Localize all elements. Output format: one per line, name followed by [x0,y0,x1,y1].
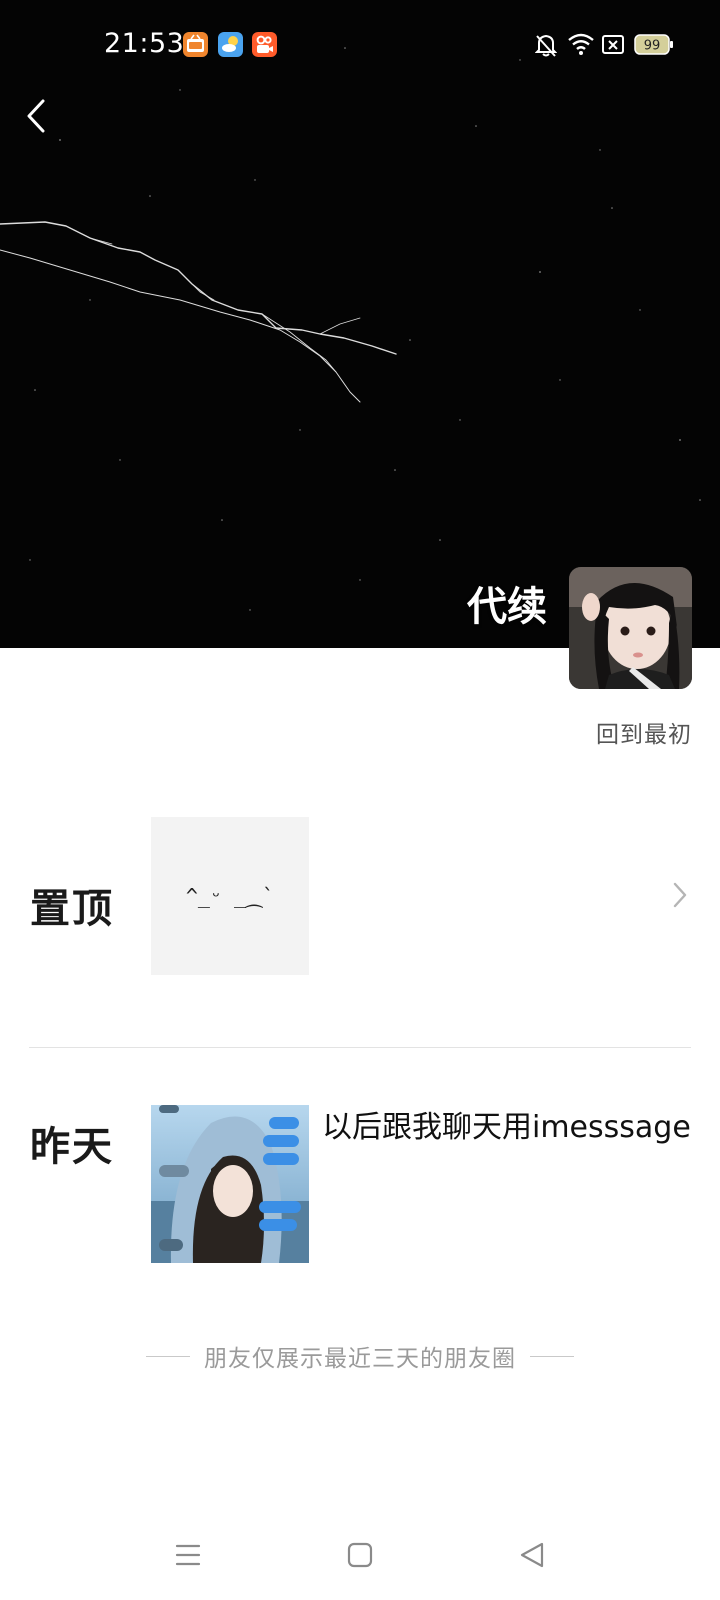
pinned-post-thumbnail[interactable]: ^_ᵕ _⁔` [151,817,309,975]
moment-text[interactable]: 以后跟我聊天用imesssage [322,1109,702,1147]
footer-line-right [530,1355,574,1357]
profile-name: 代续 [467,584,547,630]
battery-icon: 99 [634,30,674,60]
back-triangle-icon[interactable] [507,1530,557,1580]
cover-image[interactable]: 21:53 99 代续 [0,0,720,648]
moment-photo [151,1105,309,1263]
back-button[interactable] [20,94,52,138]
battery-level: 99 [644,39,661,54]
avatar[interactable] [569,567,692,689]
sim-blocked-icon [601,30,625,60]
menu-icon[interactable] [163,1530,213,1580]
kuaishou-app-icon [252,32,277,57]
moment-post-thumbnail[interactable] [151,1105,309,1263]
night-sky-lightning-image [0,47,701,611]
system-nav-bar [0,1520,720,1590]
moment-date-label: 昨天 [30,1124,114,1170]
status-time: 21:53 [104,28,185,59]
section-divider [29,1047,691,1048]
wifi-icon [567,30,595,60]
footer-note-text: 朋友仅展示最近三天的朋友圈 [204,1346,516,1372]
footer-note: 朋友仅展示最近三天的朋友圈 [0,1339,720,1373]
chevron-right-icon[interactable] [670,880,690,910]
pinned-label: 置顶 [30,886,114,932]
back-to-start-link[interactable]: 回到最初 [596,715,692,749]
weather-app-icon [218,32,243,57]
status-bar: 21:53 99 [0,0,720,90]
hot-video-app-icon [183,32,208,57]
pinned-thumb-text: ^_ᵕ _⁔` [185,884,275,908]
chevron-left-icon [27,99,45,133]
avatar-photo [569,567,692,689]
bell-off-icon [534,30,558,60]
footer-line-left [146,1355,190,1357]
home-icon[interactable] [335,1530,385,1580]
